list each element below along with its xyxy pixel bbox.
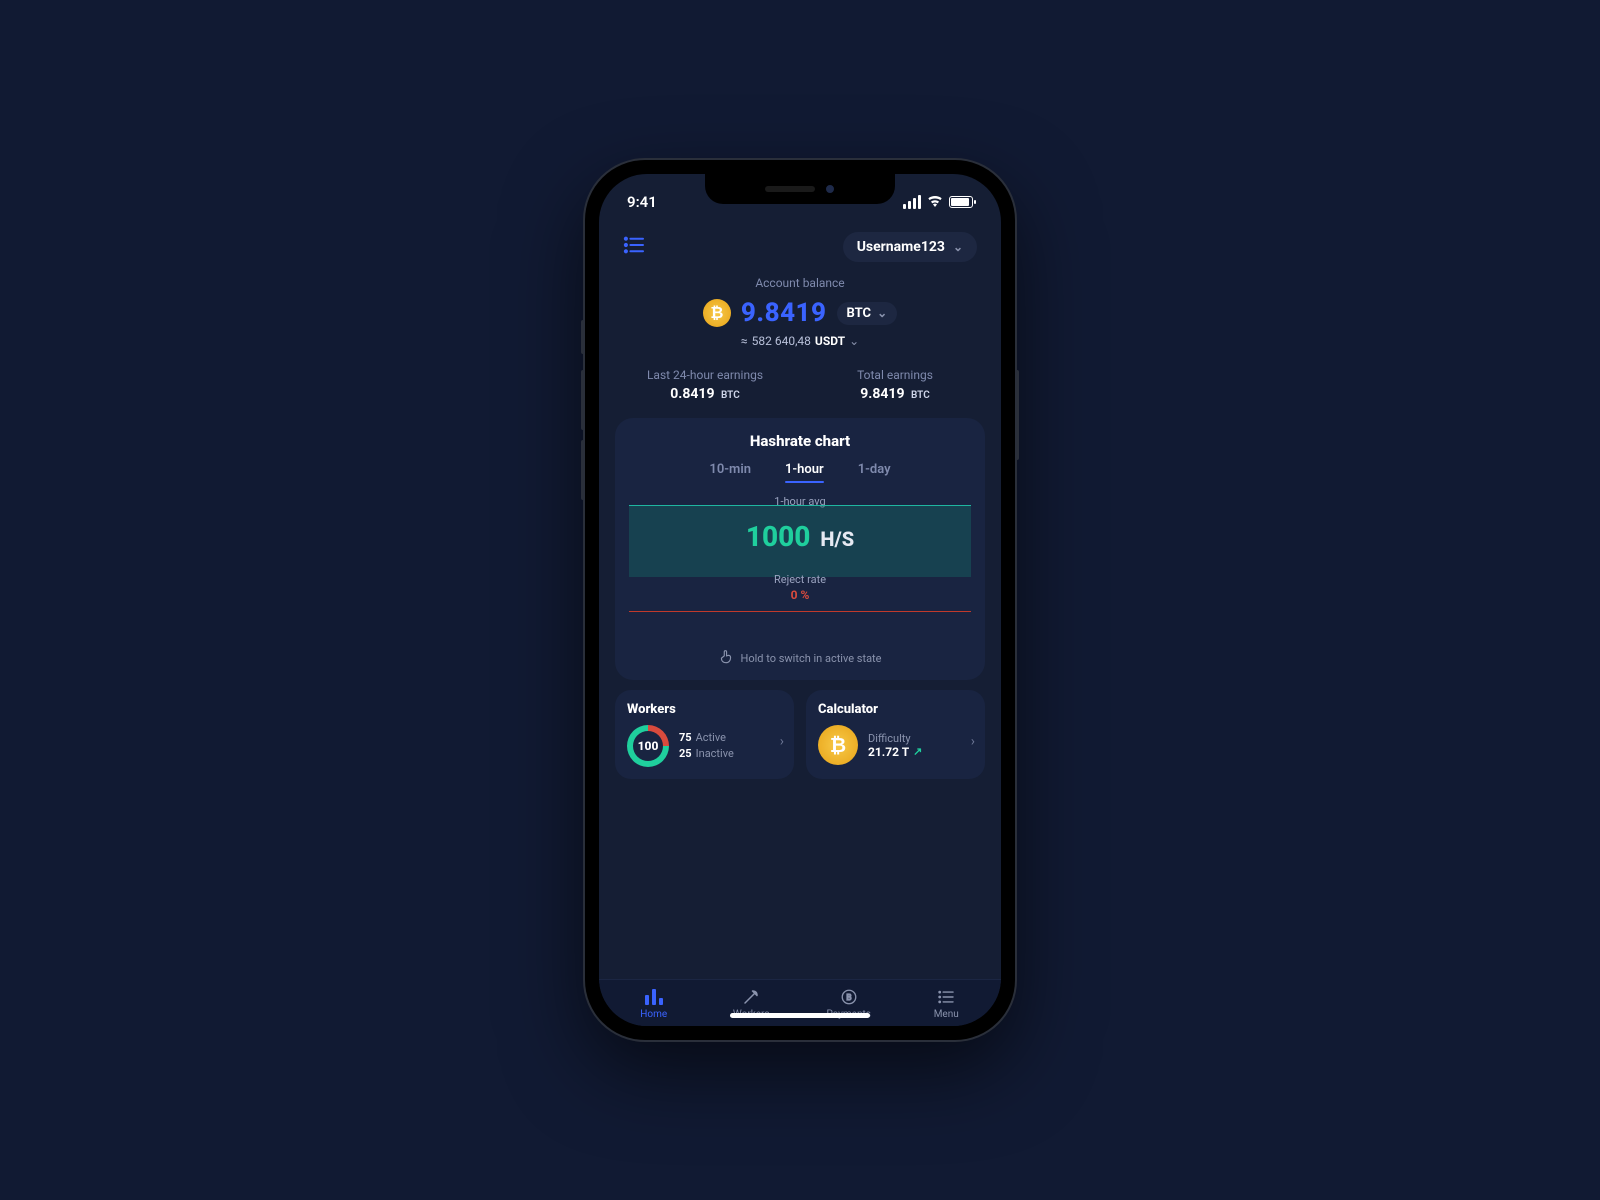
menu-icon xyxy=(937,988,955,1006)
svg-text:B: B xyxy=(846,993,851,1003)
workers-active-label: Active xyxy=(696,731,726,744)
calculator-card[interactable]: Calculator ₿ Difficulty 21.72 T ↗ › xyxy=(806,690,985,779)
converted-amount: 582 640,48 xyxy=(752,334,811,348)
last24-amount: 0.8419 xyxy=(670,386,714,402)
workers-inactive-count: 25 xyxy=(679,747,692,760)
chevron-down-icon: ⌄ xyxy=(849,334,859,348)
reject-unit: % xyxy=(801,588,810,602)
nav-menu[interactable]: Menu xyxy=(898,988,996,1020)
bitcoin-icon: ₿ xyxy=(703,299,731,327)
physical-button xyxy=(581,320,585,354)
reject-value: 0 xyxy=(791,588,798,602)
username-label: Username123 xyxy=(857,239,945,255)
balance-label: Account balance xyxy=(619,276,981,290)
difficulty-label: Difficulty xyxy=(868,732,922,745)
workers-title: Workers xyxy=(627,702,782,717)
bitcoin-icon: ₿ xyxy=(818,725,858,765)
tap-hold-icon xyxy=(719,649,733,668)
avg-unit: H/S xyxy=(820,527,854,551)
last24-label: Last 24-hour earnings xyxy=(615,368,795,382)
pickaxe-icon xyxy=(742,988,760,1006)
difficulty-value: 21.72 T xyxy=(868,745,909,759)
balance-unit-dropdown[interactable]: BTC ⌄ xyxy=(837,302,898,325)
home-icon xyxy=(645,988,663,1006)
approx-symbol: ≈ xyxy=(741,334,748,348)
tab-10min[interactable]: 10-min xyxy=(709,462,751,483)
list-icon[interactable] xyxy=(623,236,645,258)
chevron-right-icon: › xyxy=(780,733,784,749)
nav-home[interactable]: Home xyxy=(605,988,703,1020)
physical-button xyxy=(1015,370,1019,460)
workers-total: 100 xyxy=(633,731,663,761)
tab-1hour[interactable]: 1-hour xyxy=(785,462,824,483)
converted-unit: USDT xyxy=(815,334,845,348)
battery-icon xyxy=(949,196,973,208)
nav-menu-label: Menu xyxy=(934,1009,959,1020)
tab-1day[interactable]: 1-day xyxy=(858,462,891,483)
screen: 9:41 Username123 ⌄ xyxy=(599,174,1001,1026)
phone-frame: 9:41 Username123 ⌄ xyxy=(585,160,1015,1040)
workers-donut-icon: 100 xyxy=(627,725,669,767)
chevron-down-icon: ⌄ xyxy=(953,240,963,254)
home-indicator[interactable] xyxy=(730,1013,870,1018)
wifi-icon xyxy=(927,193,943,211)
status-time: 9:41 xyxy=(627,193,657,211)
notch xyxy=(705,174,895,204)
total-amount: 9.8419 xyxy=(860,386,904,402)
cell-signal-icon xyxy=(903,195,921,209)
hashrate-title: Hashrate chart xyxy=(629,432,971,450)
total-label: Total earnings xyxy=(805,368,985,382)
bottom-nav: Home Workers B Payments xyxy=(599,979,1001,1026)
chevron-down-icon: ⌄ xyxy=(877,306,887,320)
physical-button xyxy=(581,440,585,500)
physical-button xyxy=(581,370,585,430)
payments-icon: B xyxy=(840,988,858,1006)
hashrate-chart[interactable]: 1-hour avg 1000 H/S Reject rate 0 % xyxy=(629,497,971,625)
user-dropdown[interactable]: Username123 ⌄ xyxy=(843,232,977,262)
balance-converted-dropdown[interactable]: ≈ 582 640,48 USDT ⌄ xyxy=(619,334,981,348)
workers-active-count: 75 xyxy=(679,731,692,744)
balance-amount: 9.8419 xyxy=(741,298,827,328)
calculator-title: Calculator xyxy=(818,702,973,717)
nav-home-label: Home xyxy=(640,1009,667,1020)
hold-hint: Hold to switch in active state xyxy=(741,652,882,665)
avg-value: 1000 xyxy=(746,520,811,553)
total-unit: BTC xyxy=(911,390,930,401)
workers-inactive-label: Inactive xyxy=(696,747,734,760)
chevron-right-icon: › xyxy=(971,733,975,749)
reject-label: Reject rate xyxy=(629,573,971,586)
hashrate-card: Hashrate chart 10-min 1-hour 1-day 1-hou… xyxy=(615,418,985,680)
balance-unit: BTC xyxy=(847,306,872,321)
trend-up-icon: ↗ xyxy=(913,745,922,758)
workers-card[interactable]: Workers 100 75 Active 25 Inactive › xyxy=(615,690,794,779)
last24-unit: BTC xyxy=(721,390,740,401)
